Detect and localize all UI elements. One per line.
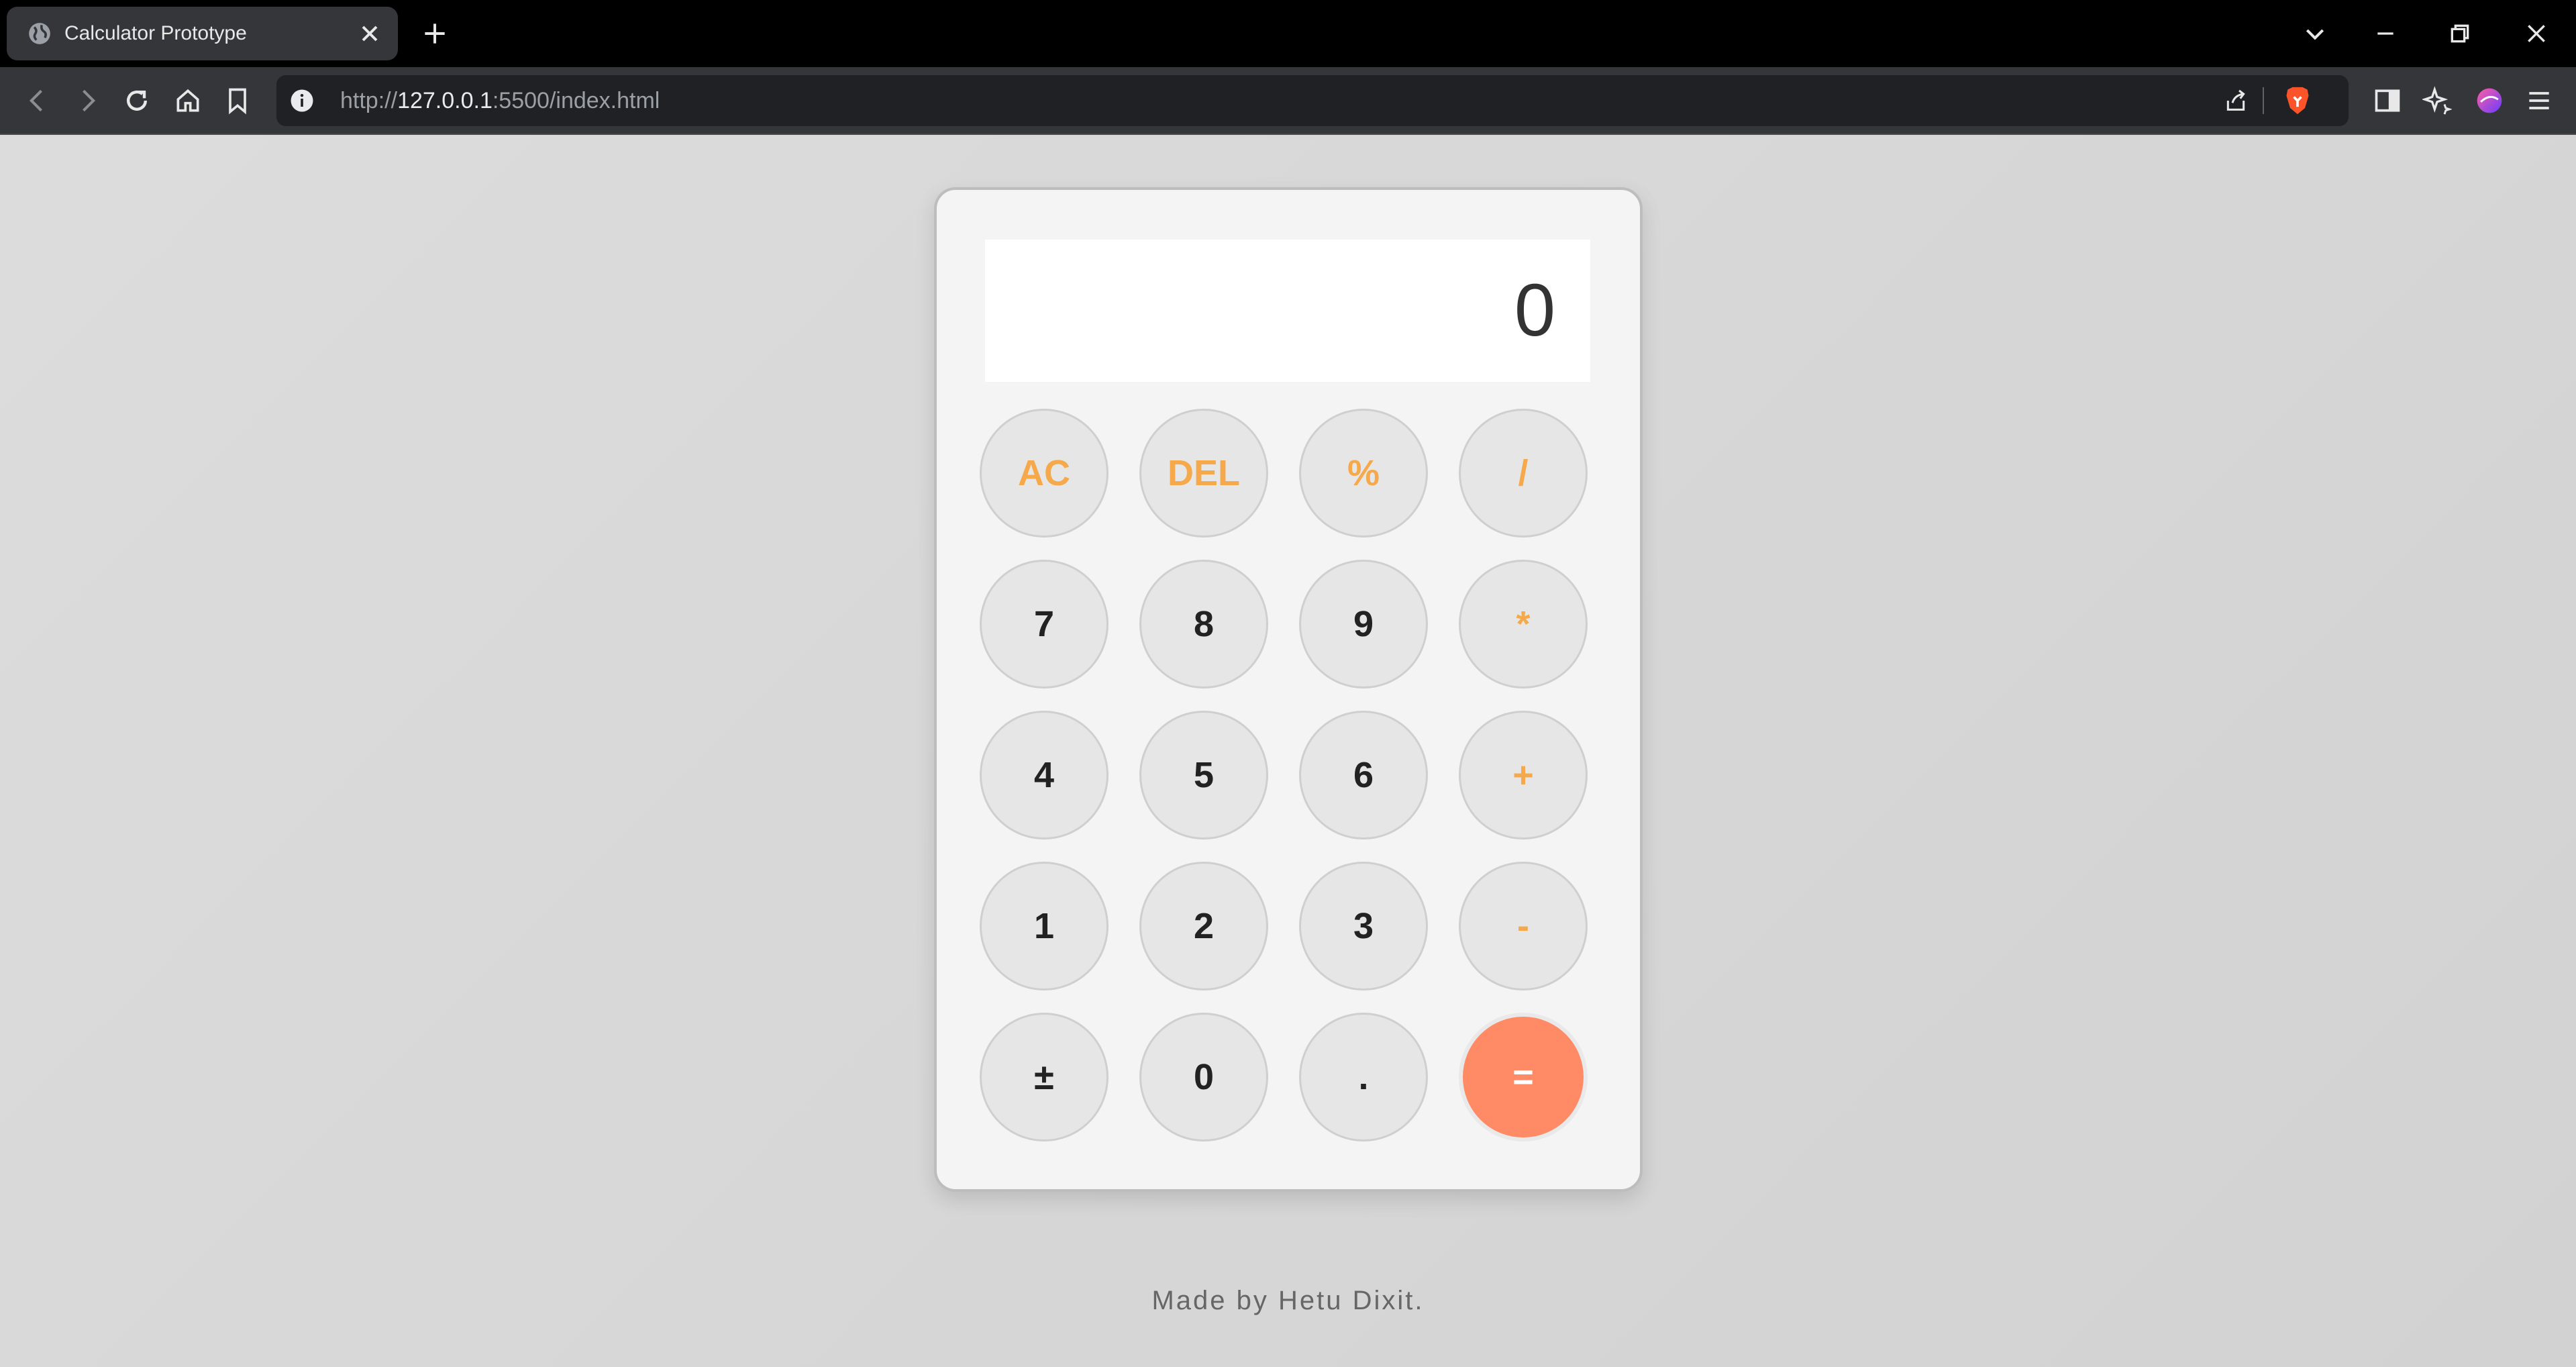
minimize-icon[interactable]	[2372, 20, 2399, 47]
digit-8-button[interactable]: 8	[1139, 560, 1268, 689]
display-value: 0	[1514, 269, 1555, 352]
url-host: 127.0.0.1	[397, 88, 493, 113]
tab-title: Calculator Prototype	[64, 22, 247, 44]
digit-7-button[interactable]: 7	[980, 560, 1109, 689]
browser-tab[interactable]: Calculator Prototype	[7, 7, 398, 60]
footer-credit: Made by Hetu Dixit.	[1151, 1286, 1425, 1315]
digit-1-button[interactable]: 1	[980, 862, 1109, 991]
sign-toggle-button[interactable]: ±	[980, 1013, 1109, 1142]
delete-button[interactable]: DEL	[1139, 409, 1268, 538]
back-icon[interactable]	[23, 86, 52, 115]
forward-icon[interactable]	[72, 86, 102, 115]
bookmark-icon[interactable]	[223, 86, 252, 115]
leo-ai-icon[interactable]	[2422, 86, 2452, 115]
calculator-display: 0	[985, 240, 1590, 382]
home-icon[interactable]	[173, 86, 203, 115]
close-window-icon[interactable]	[2523, 20, 2550, 47]
equals-button[interactable]: =	[1459, 1013, 1588, 1142]
new-tab-icon[interactable]	[420, 19, 450, 48]
url-text[interactable]: http://127.0.0.1:5500/index.html	[340, 75, 660, 126]
sidebar-icon[interactable]	[2373, 86, 2402, 115]
tab-search-icon[interactable]	[2302, 20, 2328, 47]
add-button[interactable]: +	[1459, 711, 1588, 840]
page-content: 0 AC DEL%/ 7 8 9 * 4 5 6 +1 2 3- ±0. = Made by Hetu D…	[0, 135, 2576, 1367]
digit-0-button[interactable]: 0	[1139, 1013, 1268, 1142]
url-path: :5500/index.html	[492, 88, 660, 113]
site-info-icon[interactable]	[290, 89, 314, 113]
multiply-button[interactable]: *	[1459, 560, 1588, 689]
divide-button[interactable]: /	[1459, 409, 1588, 538]
decimal-button[interactable]: .	[1299, 1013, 1428, 1142]
reload-icon[interactable]	[122, 86, 152, 115]
digit-9-button[interactable]: 9	[1299, 560, 1428, 689]
menu-icon[interactable]	[2524, 86, 2554, 115]
brave-shields-icon[interactable]	[2283, 85, 2312, 117]
clear-button[interactable]: AC	[980, 409, 1109, 538]
close-tab-icon[interactable]	[356, 20, 383, 47]
digit-3-button[interactable]: 3	[1299, 862, 1428, 991]
digit-4-button[interactable]: 4	[980, 711, 1109, 840]
percent-button[interactable]: %	[1299, 409, 1428, 538]
digit-5-button[interactable]: 5	[1139, 711, 1268, 840]
digit-6-button[interactable]: 6	[1299, 711, 1428, 840]
share-icon[interactable]	[2222, 87, 2249, 114]
profile-avatar-icon[interactable]	[2475, 86, 2504, 115]
divider	[2263, 87, 2264, 114]
address-bar[interactable]: http://127.0.0.1:5500/index.html	[276, 75, 2349, 126]
browser-toolbar: http://127.0.0.1:5500/index.html	[0, 67, 2576, 135]
browser-title-bar: Calculator Prototype	[0, 0, 2576, 67]
subtract-button[interactable]: -	[1459, 862, 1588, 991]
globe-icon	[29, 23, 50, 44]
calculator-keypad: AC DEL%/ 7 8 9 * 4 5 6 +1 2 3- ±0. =	[980, 409, 1604, 1167]
calculator: 0 AC DEL%/ 7 8 9 * 4 5 6 +1 2 3- ±0. =	[934, 187, 1643, 1192]
restore-icon[interactable]	[2446, 20, 2473, 47]
url-scheme: http://	[340, 88, 398, 113]
digit-2-button[interactable]: 2	[1139, 862, 1268, 991]
